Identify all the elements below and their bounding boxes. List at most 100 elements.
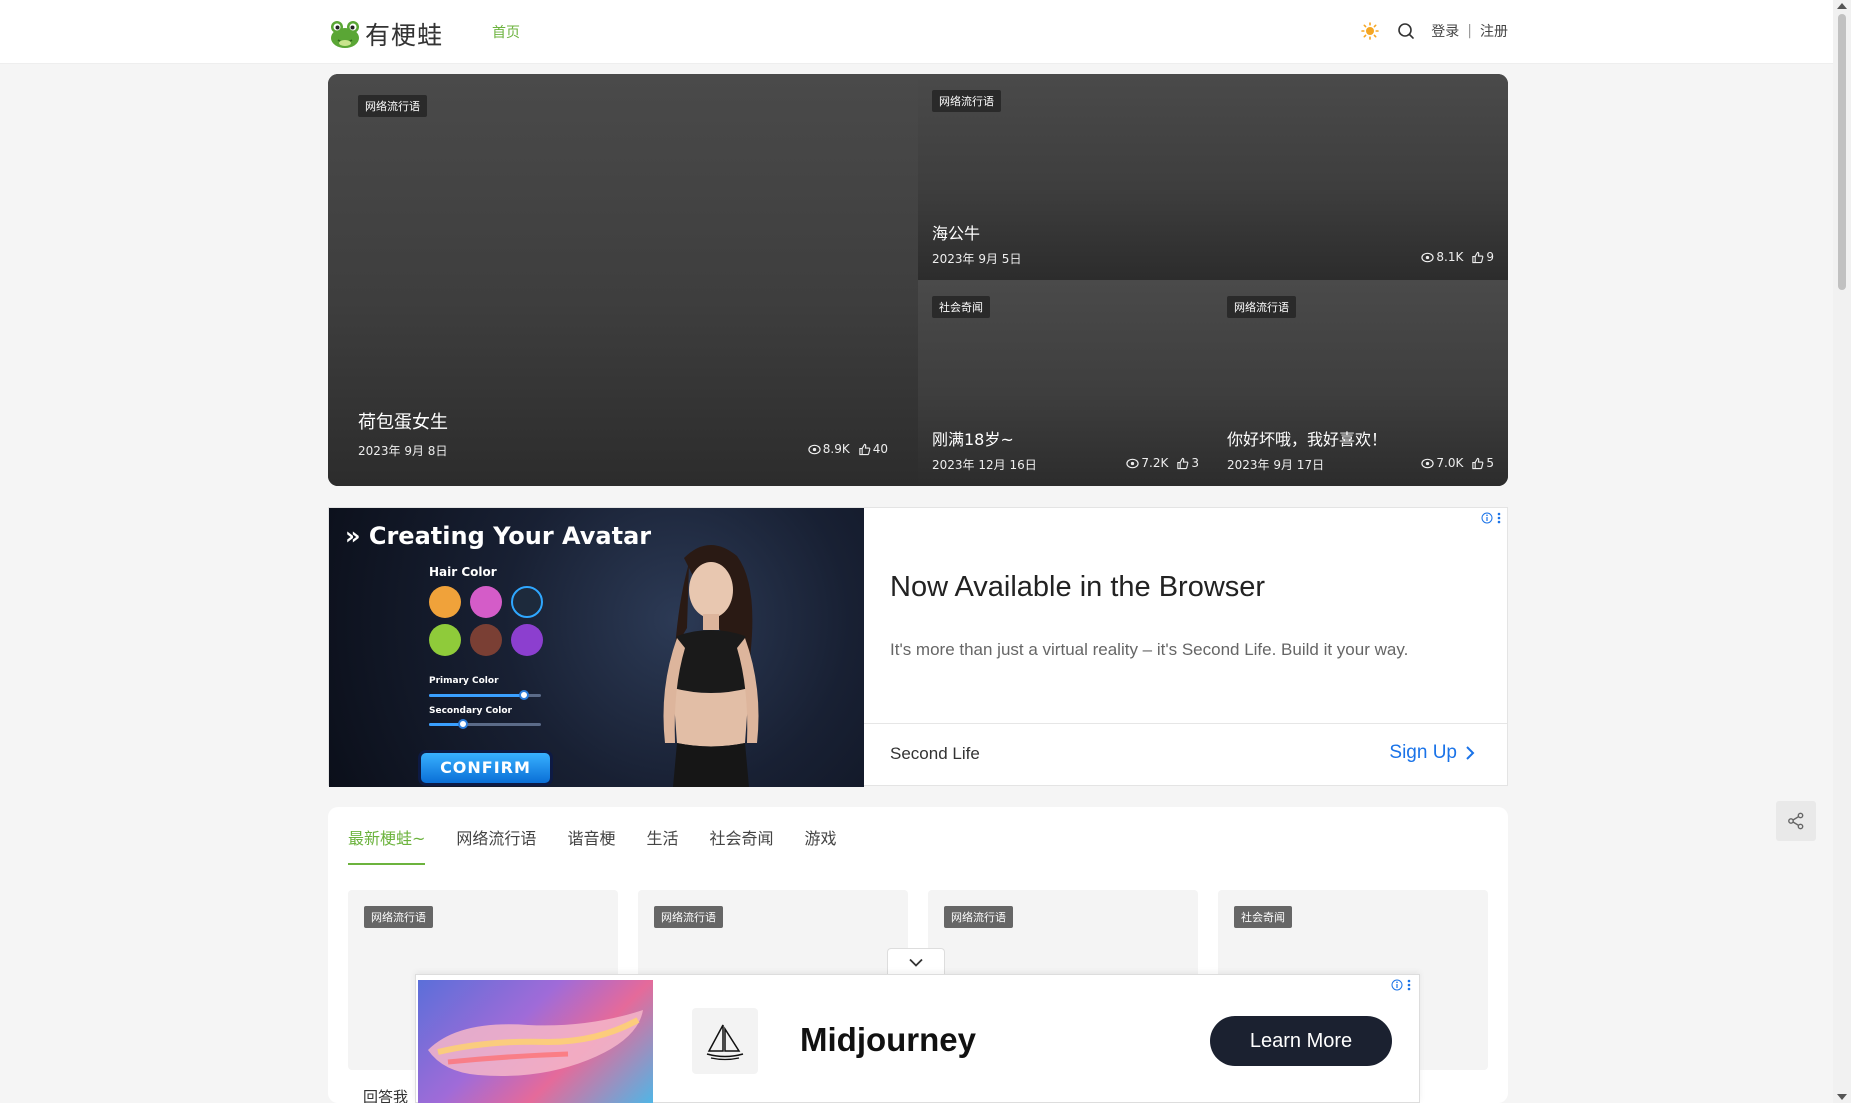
category-badge[interactable]: 网络流行语 [364, 906, 433, 928]
category-badge[interactable]: 网络流行语 [932, 90, 1001, 112]
card-date: 2023年 9月 5日 [932, 252, 1022, 266]
share-button[interactable] [1776, 801, 1816, 841]
site-header: 有梗蛙 首页 登录 | 注册 [0, 0, 1833, 64]
share-icon [1788, 812, 1804, 830]
header-actions: 登录 | 注册 [1359, 20, 1508, 42]
slider-knob [457, 719, 468, 729]
ad-headline[interactable]: Now Available in the Browser [890, 571, 1265, 604]
ad-choices[interactable] [1391, 979, 1411, 991]
card-date: 2023年 9月 17日 [1227, 458, 1325, 472]
anchor-ad-midjourney[interactable]: Midjourney Learn More [415, 974, 1420, 1103]
search-button[interactable] [1395, 20, 1417, 42]
tab-latest[interactable]: 最新梗蛙~ [348, 825, 426, 865]
midjourney-logo[interactable] [692, 1008, 758, 1074]
thumbs-up-icon [1472, 251, 1484, 263]
ad-description: It's more than just a virtual reality – … [890, 640, 1409, 659]
color-swatch [511, 624, 543, 656]
category-badge[interactable]: 网络流行语 [654, 906, 723, 928]
avatar-figure-illustration [663, 544, 759, 787]
frog-logo-icon [331, 21, 359, 48]
post-card-title[interactable]: 回答我 [363, 1086, 408, 1103]
ad-image[interactable]: » Creating Your Avatar Hair Color Primar… [329, 508, 864, 787]
category-badge[interactable]: 网络流行语 [1227, 296, 1296, 318]
register-link[interactable]: 注册 [1480, 21, 1508, 41]
ad-headline[interactable]: Midjourney [800, 1021, 976, 1059]
color-swatch [470, 586, 502, 618]
tab-internet-slang[interactable]: 网络流行语 [456, 825, 536, 865]
category-badge[interactable]: 社会奇闻 [1234, 906, 1292, 928]
auth-separator: | [1467, 23, 1472, 39]
eye-icon [1421, 252, 1435, 262]
thumbs-up-icon [1472, 457, 1484, 469]
theme-toggle-button[interactable] [1359, 20, 1381, 42]
page-scrollbar[interactable] [1833, 0, 1851, 1103]
card-stats: 7.0K 5 [1421, 456, 1494, 470]
color-swatch [511, 586, 543, 618]
ad-image-heading: » Creating Your Avatar [345, 522, 652, 550]
card-stats: 8.9K 40 [808, 442, 888, 456]
scroll-down-arrow[interactable] [1837, 1094, 1847, 1100]
view-count: 7.2K [1141, 456, 1169, 470]
card-title[interactable]: 海公牛 [932, 220, 980, 244]
card-title[interactable]: 刚满18岁~ [932, 426, 1014, 450]
collapse-ad-button[interactable] [887, 948, 945, 975]
thumbs-up-icon [859, 443, 871, 455]
site-logo[interactable]: 有梗蛙 [329, 16, 443, 52]
card-stats: 8.1K 9 [1421, 250, 1494, 264]
secondary-color-label: Secondary Color [429, 706, 512, 716]
tab-life[interactable]: 生活 [646, 825, 678, 865]
scrollbar-thumb[interactable] [1838, 14, 1846, 290]
hand-illustration [428, 1010, 643, 1076]
color-swatch [429, 586, 461, 618]
card-title[interactable]: 荷包蛋女生 [358, 408, 448, 434]
featured-carousel: 网络流行语 荷包蛋女生 2023年 9月 8日 8.9K 40 网络流行语 海公… [328, 74, 1508, 486]
ad-divider [864, 723, 1507, 724]
ad-image[interactable] [418, 980, 653, 1103]
featured-card[interactable]: 网络流行语 海公牛 2023年 9月 5日 8.1K 9 [918, 74, 1508, 280]
like-count: 9 [1486, 250, 1494, 264]
ad-advertiser[interactable]: Second Life [890, 744, 980, 764]
tab-games[interactable]: 游戏 [804, 825, 836, 865]
more-vertical-icon [1497, 512, 1501, 524]
card-date: 2023年 9月 8日 [358, 444, 448, 458]
view-count: 8.1K [1436, 250, 1464, 264]
category-tabs: 最新梗蛙~ 网络流行语 谐音梗 生活 社会奇闻 游戏 [348, 825, 837, 865]
sign-up-button[interactable]: Sign Up [1389, 742, 1475, 764]
eye-icon [1421, 458, 1435, 468]
chevron-right-icon [1466, 746, 1475, 760]
card-date: 2023年 12月 16日 [932, 458, 1037, 472]
category-badge[interactable]: 网络流行语 [944, 906, 1013, 928]
eye-icon [808, 444, 821, 454]
secondary-color-slider [429, 723, 541, 726]
chevron-down-icon [909, 958, 923, 967]
search-icon [1398, 23, 1415, 39]
like-count: 5 [1486, 456, 1494, 470]
featured-card[interactable]: 网络流行语 你好坏哦，我好喜欢！ 2023年 9月 17日 7.0K 5 [1213, 280, 1508, 486]
slider-knob [519, 690, 530, 700]
sign-up-label: Sign Up [1389, 742, 1457, 763]
sun-icon [1361, 22, 1380, 40]
featured-card[interactable]: 网络流行语 荷包蛋女生 2023年 9月 8日 8.9K 40 [328, 74, 918, 486]
category-badge[interactable]: 网络流行语 [358, 95, 427, 117]
color-swatch [429, 624, 461, 656]
like-count: 40 [872, 442, 888, 456]
more-vertical-icon [1407, 979, 1411, 991]
sailboat-icon [706, 1024, 744, 1061]
logo-text: 有梗蛙 [365, 21, 444, 50]
nav-home-link[interactable]: 首页 [492, 22, 520, 42]
learn-more-button[interactable]: Learn More [1210, 1016, 1392, 1066]
ad-choices[interactable] [1481, 512, 1501, 524]
ad-confirm-button: CONFIRM [418, 750, 553, 786]
info-icon [1391, 979, 1403, 991]
color-swatch [470, 624, 502, 656]
featured-card[interactable]: 社会奇闻 刚满18岁~ 2023年 12月 16日 7.2K 3 [918, 280, 1213, 486]
login-link[interactable]: 登录 [1431, 21, 1459, 41]
info-icon [1481, 512, 1493, 524]
card-title[interactable]: 你好坏哦，我好喜欢！ [1227, 426, 1387, 450]
display-ad-second-life[interactable]: » Creating Your Avatar Hair Color Primar… [328, 507, 1508, 787]
category-badge[interactable]: 社会奇闻 [932, 296, 990, 318]
tab-homophone-puns[interactable]: 谐音梗 [567, 825, 615, 865]
primary-color-label: Primary Color [429, 676, 499, 686]
scroll-up-arrow[interactable] [1837, 3, 1847, 9]
tab-social-oddities[interactable]: 社会奇闻 [709, 825, 773, 865]
